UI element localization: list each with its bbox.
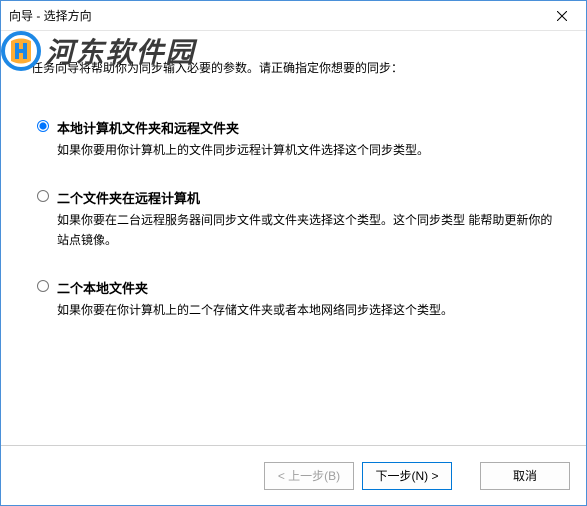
option-desc: 如果你要用你计算机上的文件同步远程计算机文件选择这个同步类型。 [57,141,556,160]
option-row[interactable]: 本地计算机文件夹和远程文件夹 [37,118,556,137]
option-title: 本地计算机文件夹和远程文件夹 [57,118,239,137]
titlebar: 向导 - 选择方向 [1,1,586,31]
content-area: 河东软件园 任务向导将帮助你为同步输入必要的参数。请正确指定你想要的同步： 本地… [1,31,586,445]
next-button[interactable]: 下一步(N) > [362,462,452,490]
close-button[interactable] [539,2,584,30]
radio-group: 本地计算机文件夹和远程文件夹 如果你要用你计算机上的文件同步远程计算机文件选择这… [37,118,556,320]
intro-text: 任务向导将帮助你为同步输入必要的参数。请正确指定你想要的同步： [31,59,556,78]
radio-local-local[interactable] [37,280,49,292]
radio-local-remote[interactable] [37,120,49,132]
option-row[interactable]: 二个文件夹在远程计算机 [37,188,556,207]
option-title: 二个文件夹在远程计算机 [57,188,200,207]
window-title: 向导 - 选择方向 [9,7,92,24]
wizard-window: 向导 - 选择方向 河东软件园 任务向导将帮助你为同步输入必要的参数。请正确指定… [0,0,587,506]
option-title: 二个本地文件夹 [57,278,148,297]
option-local-local: 二个本地文件夹 如果你要在你计算机上的二个存储文件夹或者本地网络同步选择这个类型… [37,278,556,320]
cancel-button[interactable]: 取消 [480,462,570,490]
option-local-remote: 本地计算机文件夹和远程文件夹 如果你要用你计算机上的文件同步远程计算机文件选择这… [37,118,556,160]
close-icon [557,11,567,21]
option-remote-remote: 二个文件夹在远程计算机 如果你要在二台远程服务器间同步文件或文件夹选择这个类型。… [37,188,556,249]
back-button[interactable]: < 上一步(B) [264,462,354,490]
option-row[interactable]: 二个本地文件夹 [37,278,556,297]
radio-remote-remote[interactable] [37,190,49,202]
option-desc: 如果你要在二台远程服务器间同步文件或文件夹选择这个类型。这个同步类型 能帮助更新… [57,211,556,249]
footer: < 上一步(B) 下一步(N) > 取消 [1,445,586,505]
option-desc: 如果你要在你计算机上的二个存储文件夹或者本地网络同步选择这个类型。 [57,301,556,320]
